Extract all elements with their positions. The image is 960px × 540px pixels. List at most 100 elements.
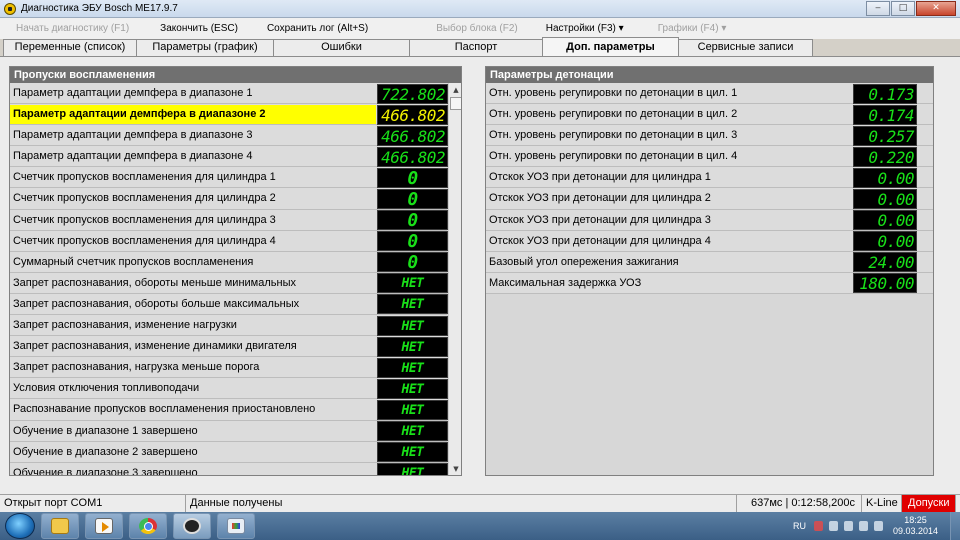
settings-menu[interactable]: Настройки (F3) ▾ — [536, 18, 634, 39]
battery-icon[interactable] — [843, 521, 853, 531]
parameter-row[interactable]: Отскок УОЗ при детонации для цилиндра 4 0… — [486, 230, 933, 252]
tab-parameters-graph[interactable]: Параметры (график) — [136, 39, 274, 56]
parameter-label: Отскок УОЗ при детонации для цилиндра 4 — [489, 234, 711, 247]
start-button-icon[interactable] — [5, 513, 35, 539]
misfire-panel: Пропуски воспламенения Параметр адаптаци… — [9, 66, 462, 476]
parameter-row[interactable]: Параметр адаптации демпфера в диапазоне … — [10, 104, 448, 126]
parameter-value-display: 466.802 — [377, 125, 448, 146]
language-indicator[interactable]: RU — [793, 521, 806, 531]
close-button[interactable]: ✕ — [916, 1, 956, 16]
network-icon[interactable] — [858, 521, 868, 531]
parameter-row[interactable]: Отскок УОЗ при детонации для цилиндра 2 0… — [486, 188, 933, 210]
parameter-row[interactable]: Отн. уровень регупировки по детонации в … — [486, 104, 933, 126]
parameter-row[interactable]: Запрет распознавания, изменение динамики… — [10, 336, 448, 358]
parameter-label: Параметр адаптации демпфера в диапазоне … — [13, 129, 253, 142]
tab-service-records[interactable]: Сервисные записи — [678, 39, 813, 56]
tab-errors[interactable]: Ошибки — [273, 39, 410, 56]
tab-variables-list[interactable]: Переменные (список) — [3, 39, 137, 56]
parameter-value-display: НЕТ — [377, 421, 448, 441]
paint-icon — [227, 518, 245, 534]
parameter-label: Отскок УОЗ при детонации для цилиндра 3 — [489, 213, 711, 226]
parameter-value-display: 0.174 — [853, 104, 917, 125]
parameter-label: Обучение в диапазоне 1 завершено — [13, 424, 198, 437]
status-bar: Открыт порт COM1 Данные получены 637мс |… — [0, 494, 960, 513]
clock-date: 09.03.2014 — [892, 526, 938, 536]
parameter-row[interactable]: Параметр адаптации демпфера в диапазоне … — [10, 125, 448, 147]
parameter-row[interactable]: Отн. уровень регупировки по детонации в … — [486, 125, 933, 147]
parameter-row[interactable]: Отн. уровень регупировки по детонации в … — [486, 146, 933, 168]
maximize-button[interactable]: □ — [891, 1, 915, 16]
parameter-row[interactable]: Распознавание пропусков воспламенения пр… — [10, 399, 448, 421]
parameter-label: Параметр адаптации демпфера в диапазоне … — [13, 150, 253, 163]
finish-button[interactable]: Закончить (ESC) — [150, 18, 248, 39]
parameter-label: Счетчик пропусков воспламенения для цили… — [13, 213, 276, 226]
parameter-value-display: 722.802 — [377, 83, 448, 104]
taskbar-diagnostics-app[interactable] — [173, 513, 211, 539]
tab-passport[interactable]: Паспорт — [409, 39, 543, 56]
timing-status: 637мс | 0:12:58,200с — [737, 495, 862, 513]
taskbar-chrome[interactable] — [129, 513, 167, 539]
parameter-value-display: 0.00 — [853, 210, 917, 231]
parameter-label: Счетчик пропусков воспламенения для цили… — [13, 171, 276, 184]
start-diagnostics-button[interactable]: Начать диагностику (F1) — [6, 18, 139, 39]
parameter-label: Отн. уровень регупировки по детонации в … — [489, 150, 738, 163]
knock-parameter-list: Отн. уровень регупировки по детонации в … — [486, 83, 933, 294]
protocol-status: K-Line — [862, 495, 902, 513]
parameter-row[interactable]: Счетчик пропусков воспламенения для цили… — [10, 167, 448, 189]
parameter-row[interactable]: Запрет распознавания, обороты больше мак… — [10, 293, 448, 316]
parameter-row[interactable]: Отн. уровень регупировки по детонации в … — [486, 83, 933, 105]
parameter-label: Отн. уровень регупировки по детонации в … — [489, 87, 738, 99]
parameter-row[interactable]: Запрет распознавания, обороты меньше мин… — [10, 272, 448, 294]
parameter-value-display: 0.00 — [853, 188, 917, 209]
parameter-row[interactable]: Суммарный счетчик пропусков воспламенени… — [10, 251, 448, 273]
taskbar-paint[interactable] — [217, 513, 255, 539]
scroll-thumb[interactable] — [450, 97, 461, 110]
parameter-row[interactable]: Базовый угол опережения зажигания 24.00 — [486, 251, 933, 273]
app-icon — [4, 2, 16, 15]
parameter-value-display: 180.00 — [853, 273, 917, 294]
tab-extra-parameters[interactable]: Доп. параметры — [542, 37, 679, 56]
parameter-row[interactable]: Отскок УОЗ при детонации для цилиндра 1 0… — [486, 167, 933, 189]
show-desktop-button[interactable] — [950, 512, 960, 540]
parameter-row[interactable]: Счетчик пропусков воспламенения для цили… — [10, 209, 448, 231]
minimize-button[interactable]: ‒ — [866, 1, 890, 16]
parameter-row[interactable]: Условия отключения топливоподачи НЕТ — [10, 378, 448, 400]
taskbar-media-player[interactable] — [85, 513, 123, 539]
parameter-row[interactable]: Параметр адаптации демпфера в диапазоне … — [10, 83, 448, 105]
select-unit-button[interactable]: Выбор блока (F2) — [426, 18, 528, 39]
parameter-value-display: 0.220 — [853, 146, 917, 167]
parameter-row[interactable]: Обучение в диапазоне 1 завершено НЕТ — [10, 420, 448, 442]
parameter-label: Отскок УОЗ при детонации для цилиндра 1 — [489, 171, 711, 184]
tolerance-alert-badge: Допуски — [902, 495, 957, 513]
system-clock[interactable]: 18:25 09.03.2014 — [893, 515, 938, 537]
scroll-up-icon[interactable]: ▲ — [449, 83, 461, 97]
graphs-menu[interactable]: Графики (F4) ▾ — [648, 18, 737, 39]
parameter-row[interactable]: Счетчик пропусков воспламенения для цили… — [10, 188, 448, 210]
parameter-row[interactable]: Запрет распознавания, нагрузка меньше по… — [10, 357, 448, 379]
scroll-down-icon[interactable]: ▼ — [449, 462, 461, 475]
menu-toolbar: Начать диагностику (F1) Закончить (ESC) … — [0, 18, 960, 39]
action-center-icon[interactable] — [813, 521, 823, 531]
parameter-value-display: 0 — [377, 167, 448, 188]
vertical-scrollbar[interactable]: ▲ ▼ — [448, 83, 461, 475]
volume-icon[interactable] — [873, 521, 883, 531]
parameter-row[interactable]: Максимальная задержка УОЗ 180.00 — [486, 272, 933, 294]
parameter-row[interactable]: Обучение в диапазоне 2 завершено НЕТ — [10, 441, 448, 463]
title-bar: Диагностика ЭБУ Bosch ME17.9.7 ‒ □ ✕ — [0, 0, 960, 18]
usb-icon[interactable] — [828, 521, 838, 531]
parameter-row[interactable]: Отскок УОЗ при детонации для цилиндра 3 0… — [486, 209, 933, 231]
misfire-panel-title: Пропуски воспламенения — [10, 67, 461, 83]
media-player-icon — [95, 518, 113, 534]
parameter-row[interactable]: Счетчик пропусков воспламенения для цили… — [10, 230, 448, 252]
parameter-label: Запрет распознавания, обороты больше мак… — [13, 297, 300, 310]
save-log-button[interactable]: Сохранить лог (Alt+S) — [257, 18, 378, 39]
taskbar-explorer[interactable] — [41, 513, 79, 539]
knock-panel: Параметры детонации Отн. уровень регупир… — [485, 66, 934, 476]
port-status: Открыт порт COM1 — [0, 495, 186, 513]
misfire-parameter-list: Параметр адаптации демпфера в диапазоне … — [10, 83, 448, 475]
parameter-value-display: 0.257 — [853, 125, 917, 146]
parameter-row[interactable]: Параметр адаптации демпфера в диапазоне … — [10, 146, 448, 168]
parameter-row[interactable]: Обучение в диапазоне 3 завершено НЕТ — [10, 462, 448, 475]
parameter-value-display: 466.802 — [377, 146, 448, 167]
parameter-row[interactable]: Запрет распознавания, изменение нагрузки… — [10, 315, 448, 337]
